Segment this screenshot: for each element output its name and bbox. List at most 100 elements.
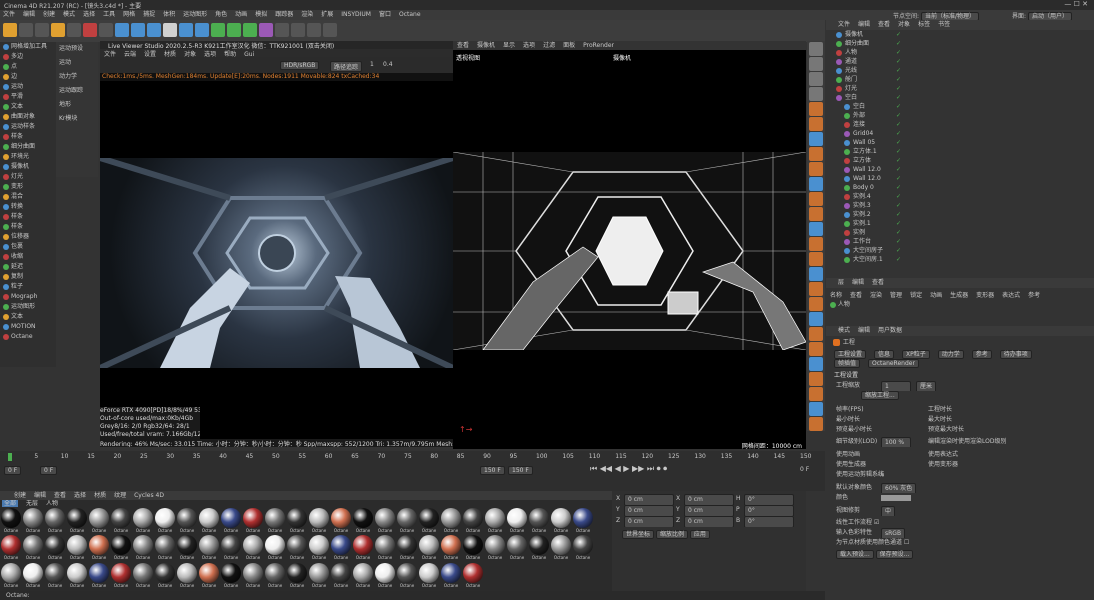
material-swatch[interactable]: Octane: [220, 508, 242, 534]
mid-item[interactable]: 运动跟踪: [56, 84, 98, 98]
save-preset-button[interactable]: 保存预设...: [875, 550, 914, 559]
attr-tab[interactable]: 用户数据: [878, 327, 902, 334]
material-swatch[interactable]: Octane: [110, 508, 132, 534]
view-clip-select[interactable]: 中: [881, 506, 896, 516]
material-swatch[interactable]: Octane: [396, 508, 418, 534]
linear-row[interactable]: 线性工作流程 ☑: [826, 518, 1094, 528]
camera-label[interactable]: 摄像机: [613, 53, 631, 62]
material-swatch[interactable]: Octane: [242, 508, 264, 534]
menu-item[interactable]: 捕捉: [143, 11, 155, 18]
palette-tool-icon[interactable]: [809, 72, 823, 86]
toolbar-icon[interactable]: [83, 23, 97, 37]
object-row[interactable]: Wall 12.0 ✓: [834, 174, 1094, 183]
viewport-menu-item[interactable]: ProRender: [583, 42, 614, 49]
sidebar-item[interactable]: 灯光: [0, 172, 56, 182]
sidebar-item[interactable]: 复制: [0, 272, 56, 282]
om-tab[interactable]: 书签: [938, 21, 950, 28]
object-row[interactable]: 摄像机 ✓: [834, 30, 1094, 39]
material-swatch[interactable]: Octane: [352, 535, 374, 561]
material-swatch[interactable]: Octane: [198, 508, 220, 534]
toolbar-icon[interactable]: [259, 23, 273, 37]
menu-item[interactable]: 网格: [123, 11, 135, 18]
interface-select[interactable]: 界面: 启动（用户）: [1012, 11, 1072, 20]
object-flags[interactable]: ✓: [896, 237, 901, 246]
coord-v2[interactable]: 0 cm: [684, 494, 734, 505]
object-row[interactable]: 空白 ✓: [834, 93, 1094, 102]
coord-v2[interactable]: 0 cm: [684, 516, 734, 527]
sidebar-item[interactable]: Octane: [0, 332, 56, 342]
om-tab[interactable]: 查看: [878, 21, 890, 28]
material-swatch[interactable]: Octane: [44, 562, 66, 589]
material-swatch[interactable]: Octane: [154, 535, 176, 561]
sidebar-item[interactable]: 混合: [0, 192, 56, 202]
material-swatch[interactable]: Octane: [374, 508, 396, 534]
material-swatch[interactable]: Octane: [110, 562, 132, 589]
material-swatch[interactable]: Octane: [110, 535, 132, 561]
material-swatch[interactable]: Octane: [88, 535, 110, 561]
coord-v3[interactable]: 0°: [744, 505, 794, 516]
menu-item[interactable]: 模式: [63, 11, 75, 18]
toolbar-icon[interactable]: [195, 23, 209, 37]
sidebar-item[interactable]: 文本: [0, 102, 56, 112]
material-filter[interactable]: 全部: [2, 500, 19, 507]
object-flags[interactable]: ✓: [896, 93, 901, 102]
material-swatch[interactable]: Octane: [572, 535, 594, 561]
material-swatch[interactable]: Octane: [330, 562, 352, 589]
palette-tool-icon[interactable]: [809, 207, 823, 221]
material-swatch[interactable]: Octane: [242, 535, 264, 561]
mid-item[interactable]: 运动预设: [56, 42, 98, 56]
object-flags[interactable]: ✓: [896, 255, 901, 264]
object-row[interactable]: 空白 ✓: [834, 102, 1094, 111]
coord-size-select[interactable]: 缩放比例: [655, 530, 688, 539]
object-flags[interactable]: ✓: [896, 102, 901, 111]
sidebar-item[interactable]: 粒子: [0, 282, 56, 292]
palette-tool-icon[interactable]: [809, 252, 823, 266]
material-swatch[interactable]: Octane: [22, 535, 44, 561]
sidebar-item[interactable]: 运动样条: [0, 122, 56, 132]
sidebar-item[interactable]: 摄像机: [0, 162, 56, 172]
sidebar-item[interactable]: Mograph: [0, 292, 56, 302]
object-row[interactable]: 大空间房子 ✓: [834, 246, 1094, 255]
om-tab[interactable]: 标签: [918, 21, 930, 28]
object-row[interactable]: Grid04 ✓: [834, 129, 1094, 138]
object-row[interactable]: 立方体 ✓: [834, 156, 1094, 165]
material-swatch[interactable]: Octane: [374, 562, 396, 589]
lod-render-check[interactable]: 编辑渲染时使用渲染LOD级别: [928, 437, 1006, 447]
attr-subtab[interactable]: 动力学: [937, 350, 964, 359]
palette-tool-icon[interactable]: [809, 57, 823, 71]
menu-item[interactable]: 文件: [3, 11, 15, 18]
object-flags[interactable]: ✓: [896, 147, 901, 156]
load-preset-button[interactable]: 载入预设...: [836, 550, 874, 559]
material-swatch[interactable]: Octane: [22, 508, 44, 534]
palette-tool-icon[interactable]: [809, 222, 823, 236]
material-swatch[interactable]: Octane: [44, 535, 66, 561]
coord-mode-select[interactable]: 世界坐标: [622, 530, 655, 539]
toolbar-icon[interactable]: [99, 23, 113, 37]
palette-tool-icon[interactable]: [809, 132, 823, 146]
object-flags[interactable]: ✓: [896, 75, 901, 84]
menu-item[interactable]: 扩展: [321, 11, 333, 18]
palette-tool-icon[interactable]: [809, 192, 823, 206]
object-row[interactable]: 实例 ✓: [834, 228, 1094, 237]
object-flags[interactable]: ✓: [896, 111, 901, 120]
palette-tool-icon[interactable]: [809, 162, 823, 176]
object-flags[interactable]: ✓: [896, 219, 901, 228]
material-swatch[interactable]: Octane: [440, 535, 462, 561]
material-swatch[interactable]: Octane: [286, 535, 308, 561]
toolbar-icon[interactable]: [51, 23, 65, 37]
material-swatch[interactable]: Octane: [88, 562, 110, 589]
object-row[interactable]: 实例.4 ✓: [834, 192, 1094, 201]
material-swatch[interactable]: Octane: [396, 562, 418, 589]
attr-subtab[interactable]: 工程设置: [834, 350, 867, 359]
attr-subtab2[interactable]: 帧插值: [834, 359, 861, 368]
object-flags[interactable]: ✓: [896, 84, 901, 93]
material-swatch[interactable]: Octane: [198, 535, 220, 561]
sidebar-item[interactable]: 环境光: [0, 152, 56, 162]
material-swatch[interactable]: Octane: [264, 535, 286, 561]
menu-item[interactable]: 跟踪器: [275, 11, 293, 18]
material-swatch[interactable]: Octane: [66, 562, 88, 589]
toolbar-icon[interactable]: [243, 23, 257, 37]
palette-tool-icon[interactable]: [809, 327, 823, 341]
material-filter[interactable]: 无层: [26, 500, 38, 507]
object-row[interactable]: 通道 ✓: [834, 57, 1094, 66]
